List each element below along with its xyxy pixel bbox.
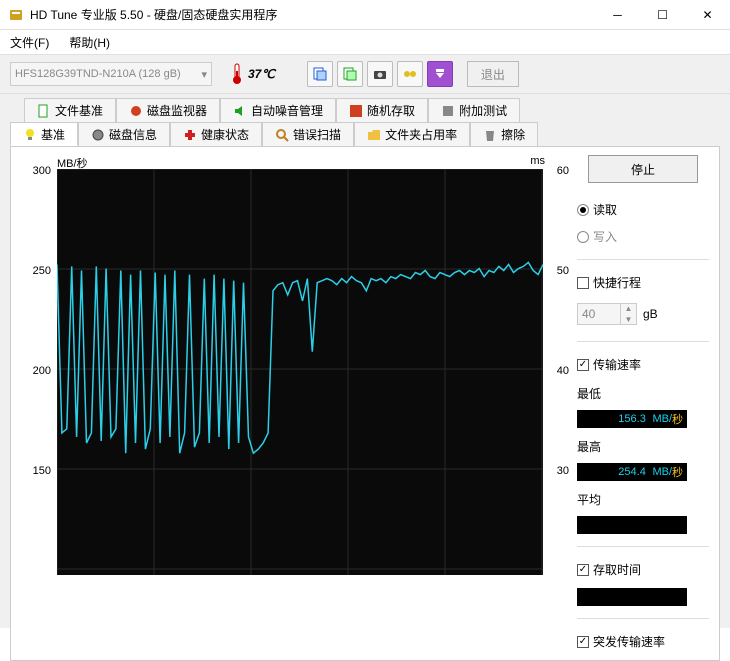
tab-row-2: 基准 磁盘信息 健康状态 错误扫描 文件夹占用率 擦除 [10,122,720,146]
y-right-unit: ms [530,155,545,167]
stroke-unit: gB [643,307,658,321]
access-time-check[interactable]: 存取时间 [577,561,709,578]
menu-file[interactable]: 文件(F) [4,32,55,53]
temperature-display: 37℃ [230,63,275,85]
toolbar: HFS128G39TND-N210A (128 gB) ▾ 37℃ 退出 [0,54,730,94]
minimize-button[interactable]: ─ [595,0,640,30]
transfer-rate-check[interactable]: 传输速率 [577,356,709,373]
menu-bar: 文件(F) 帮助(H) [0,30,730,54]
monitor-icon [129,104,143,118]
min-value: 156.3 MB/秒 [577,410,687,428]
speaker-icon [233,104,247,118]
stop-button[interactable]: 停止 [588,155,698,183]
drive-select-value: HFS128G39TND-N210A (128 gB) [15,68,181,80]
exit-button[interactable]: 退出 [467,61,519,87]
tab-extra-tests[interactable]: 附加测试 [428,98,520,122]
y-right-axis: 60 50 40 30 [545,155,569,575]
health-icon [183,128,197,142]
avg-value [577,516,687,534]
disk-icon [91,128,105,142]
app-icon [8,7,24,23]
y-left-axis: 300 250 200 150 [21,155,57,575]
temperature-value: 37℃ [248,67,275,81]
burst-rate-check[interactable]: 突发传输速率 [577,633,709,650]
read-radio[interactable]: 读取 [577,201,709,218]
close-button[interactable]: ✕ [685,0,730,30]
bulb-icon [23,127,37,141]
attach-icon [441,104,455,118]
short-stroke-check[interactable]: 快捷行程 [577,274,709,291]
copy-screenshot-button[interactable] [337,61,363,87]
tab-file-benchmark[interactable]: 文件基准 [24,98,116,122]
spinner-up-icon[interactable]: ▲ [621,303,636,314]
trash-icon [483,128,497,142]
tab-row-1: 文件基准 磁盘监视器 自动噪音管理 随机存取 附加测试 [10,98,720,122]
transfer-rate-line [57,262,543,453]
main-area: 文件基准 磁盘监视器 自动噪音管理 随机存取 附加测试 基准 磁盘信息 健康状态… [0,94,730,628]
copy-info-button[interactable] [307,61,333,87]
tab-disk-monitor[interactable]: 磁盘监视器 [116,98,220,122]
maximize-button[interactable]: ☐ [640,0,685,30]
tab-error-scan[interactable]: 错误扫描 [262,122,354,146]
search-icon [275,128,289,142]
tab-random-access[interactable]: 随机存取 [336,98,428,122]
max-value: 254.4 MB/秒 [577,463,687,481]
chart-plot [57,169,543,575]
options-button[interactable] [397,61,423,87]
access-time-value [577,588,687,606]
menu-help[interactable]: 帮助(H) [63,32,116,53]
benchmark-chart: MB/秒 ms 300 250 200 150 60 50 40 30 [21,155,569,652]
tab-content: MB/秒 ms 300 250 200 150 60 50 40 30 [10,146,720,661]
save-screenshot-button[interactable] [367,61,393,87]
minimize-tray-button[interactable] [427,61,453,87]
chevron-down-icon: ▾ [201,68,207,81]
tab-benchmark[interactable]: 基准 [10,122,78,146]
write-radio: 写入 [577,228,709,245]
tab-folder-usage[interactable]: 文件夹占用率 [354,122,470,146]
avg-label: 平均 [577,491,709,508]
tab-health[interactable]: 健康状态 [170,122,262,146]
tab-aam[interactable]: 自动噪音管理 [220,98,336,122]
min-label: 最低 [577,385,709,402]
title-bar: HD Tune 专业版 5.50 - 硬盘/固态硬盘实用程序 ─ ☐ ✕ [0,0,730,30]
side-panel: 停止 读取 写入 快捷行程 40▲▼ gB 传输速率 最低 156.3 MB/秒… [577,155,709,652]
tab-disk-info[interactable]: 磁盘信息 [78,122,170,146]
tab-erase[interactable]: 擦除 [470,122,538,146]
folder-icon [367,128,381,142]
max-label: 最高 [577,438,709,455]
thermometer-icon [230,63,244,85]
random-icon [349,104,363,118]
file-icon [37,104,51,118]
window-title: HD Tune 专业版 5.50 - 硬盘/固态硬盘实用程序 [30,6,595,23]
spinner-down-icon[interactable]: ▼ [621,314,636,325]
stroke-spinner[interactable]: 40▲▼ [577,303,637,325]
drive-select[interactable]: HFS128G39TND-N210A (128 gB) ▾ [10,62,212,86]
